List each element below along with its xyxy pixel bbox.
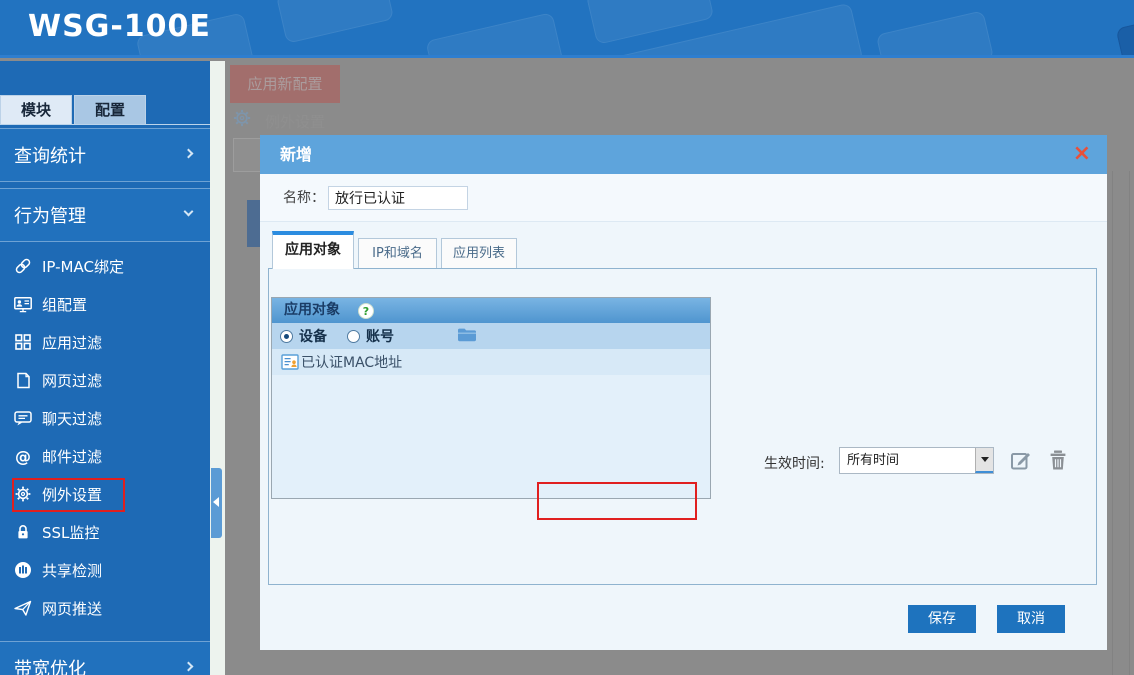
sidebar-item-label: 例外设置 <box>42 485 103 504</box>
radio-account-label: 账号 <box>366 329 394 345</box>
sidebar-collapse-handle[interactable] <box>211 468 222 538</box>
sidebar-item-label: IP-MAC绑定 <box>42 257 124 276</box>
sidebar-item-mail-filter[interactable]: 邮件过滤 <box>0 437 210 475</box>
contact-card-icon <box>281 353 299 371</box>
keyboard-key-decor <box>425 12 565 55</box>
sidebar-section-query-stats[interactable]: 查询统计 <box>0 128 210 182</box>
panel-header-label: 应用对象 <box>284 302 340 318</box>
id-card-icon <box>13 294 33 314</box>
effective-time-label: 生效时间: <box>764 456 825 472</box>
sidebar-tab-module[interactable]: 模块 <box>0 95 72 125</box>
paper-plane-icon <box>13 598 33 618</box>
sidebar-item-label: 网页过滤 <box>42 371 103 390</box>
cancel-button[interactable]: 取消 <box>997 605 1065 633</box>
radio-device[interactable] <box>280 329 293 343</box>
sidebar-item-web-filter[interactable]: 网页过滤 <box>0 361 210 399</box>
sidebar-section-bandwidth[interactable]: 带宽优化 <box>0 641 210 675</box>
sidebar-item-chat-filter[interactable]: 聊天过滤 <box>0 399 210 437</box>
sidebar-item-label: 网页推送 <box>42 599 103 618</box>
app-title: WSG-100E <box>28 9 211 44</box>
list-item-authenticated-mac[interactable]: 已认证MAC地址 <box>272 349 710 375</box>
edit-icon[interactable] <box>1009 448 1033 476</box>
object-type-radios: 设备 账号 <box>272 323 710 349</box>
name-input[interactable] <box>328 186 468 210</box>
sidebar-item-web-push[interactable]: 网页推送 <box>0 589 210 627</box>
app-header: WSG-100E <box>0 0 1134 58</box>
keyboard-key-decor <box>1115 8 1134 55</box>
share-icon <box>13 560 33 580</box>
page-icon <box>13 370 33 390</box>
sidebar-item-label: 组配置 <box>42 295 88 314</box>
chevron-right-icon <box>183 148 194 159</box>
sidebar-item-share-detect[interactable]: 共享检测 <box>0 551 210 589</box>
dropdown-arrow-icon[interactable] <box>975 448 993 473</box>
sidebar-item-app-filter[interactable]: 应用过滤 <box>0 323 210 361</box>
tab-ip-domain[interactable]: IP和域名 <box>358 238 437 269</box>
close-icon[interactable]: × <box>1073 140 1091 168</box>
selected-option: 所有时间 <box>847 453 900 468</box>
sidebar-gap <box>210 61 225 675</box>
folder-icon[interactable] <box>457 327 477 346</box>
list-item-label: 已认证MAC地址 <box>301 355 403 371</box>
apply-new-config-button: 应用新配置 <box>230 65 340 103</box>
keyboard-key-decor <box>275 0 395 44</box>
grid-icon <box>13 332 33 352</box>
radio-device-label: 设备 <box>299 329 327 345</box>
sidebar-item-label: SSL监控 <box>42 523 100 542</box>
at-icon <box>13 446 33 466</box>
sidebar-item-ip-mac-binding[interactable]: IP-MAC绑定 <box>0 247 210 285</box>
sidebar: 模块 配置 查询统计 行为管理 IP-MAC绑定 组配置 应用过滤 网页过滤 聊… <box>0 61 210 675</box>
help-icon[interactable]: ? <box>358 302 374 319</box>
effective-time-select[interactable]: 所有时间 <box>839 447 994 474</box>
keyboard-key-decor <box>875 10 995 55</box>
lock-icon <box>13 522 33 542</box>
gear-icon <box>13 484 33 504</box>
panel-header: 应用对象 ? <box>272 298 710 323</box>
tab-app-list[interactable]: 应用列表 <box>441 238 517 269</box>
app-window: WSG-100E 模块 配置 查询统计 行为管理 IP-MAC绑定 组配置 应用… <box>0 0 1134 675</box>
name-row: 名称： <box>260 174 1107 222</box>
section-label: 行为管理 <box>14 206 86 227</box>
sidebar-item-ssl-monitor[interactable]: SSL监控 <box>0 513 210 551</box>
background-panel-fragment <box>233 138 261 172</box>
sidebar-tab-config[interactable]: 配置 <box>74 95 146 125</box>
section-label: 查询统计 <box>14 146 86 167</box>
background-column-line <box>1129 171 1130 675</box>
chat-icon <box>13 408 33 428</box>
sidebar-item-exception-settings[interactable]: 例外设置 <box>0 475 210 513</box>
gear-icon <box>231 107 253 133</box>
section-label: 带宽优化 <box>14 659 86 675</box>
trash-icon[interactable] <box>1048 449 1068 475</box>
background-column-line <box>1112 171 1113 675</box>
sidebar-section-behavior-mgmt[interactable]: 行为管理 <box>0 188 210 242</box>
sidebar-item-label: 共享检测 <box>42 561 103 580</box>
dialog-title: 新增 <box>280 145 313 164</box>
chevron-down-icon <box>183 206 194 217</box>
name-label: 名称： <box>283 190 325 206</box>
dialog-titlebar: 新增 × <box>260 135 1107 174</box>
sidebar-item-label: 聊天过滤 <box>42 409 103 428</box>
radio-account[interactable] <box>347 329 360 343</box>
app-object-panel: 应用对象 ? 设备 账号 已认证MAC地址 <box>271 297 711 499</box>
save-button[interactable]: 保存 <box>908 605 976 633</box>
sidebar-item-label: 应用过滤 <box>42 333 103 352</box>
sidebar-item-group-config[interactable]: 组配置 <box>0 285 210 323</box>
sidebar-item-label: 邮件过滤 <box>42 447 103 466</box>
page-title: 例外设置 <box>265 113 326 131</box>
chevron-right-icon <box>183 661 194 672</box>
link-icon <box>13 256 33 276</box>
tab-content: 应用对象 ? 设备 账号 已认证MAC地址 生效时间: 所有时间 <box>268 268 1097 585</box>
add-dialog: 新增 × 名称： 应用对象 IP和域名 应用列表 应用对象 ? 设备 账号 <box>260 135 1107 650</box>
tab-app-object[interactable]: 应用对象 <box>272 231 354 269</box>
sidebar-tabs-divider <box>0 124 210 125</box>
